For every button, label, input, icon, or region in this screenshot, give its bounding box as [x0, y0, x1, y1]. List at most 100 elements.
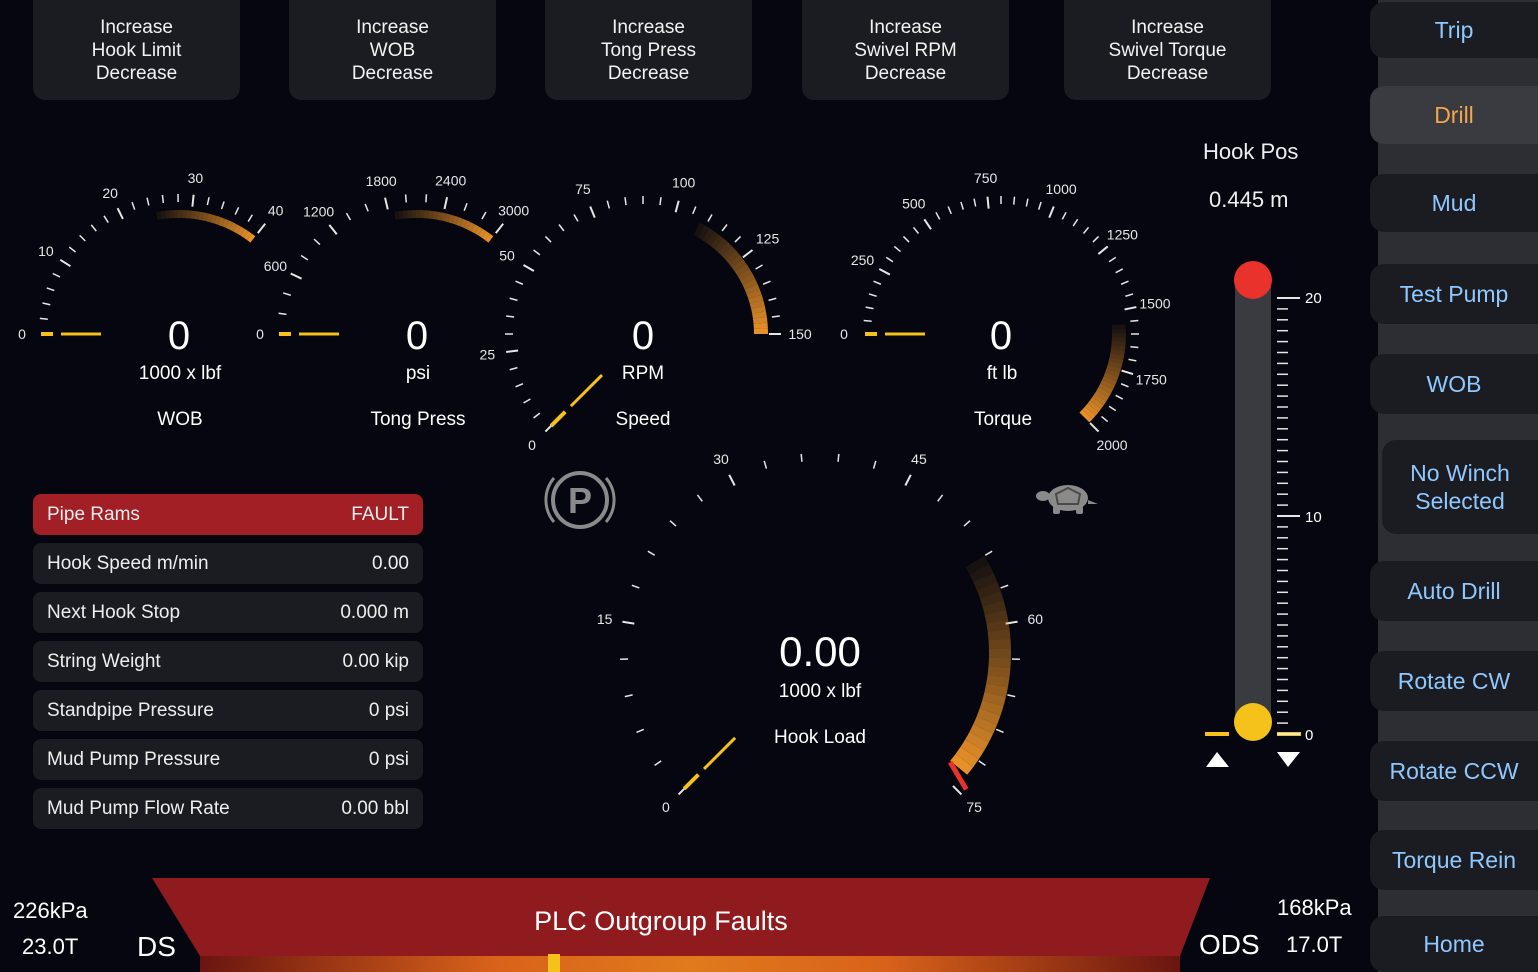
gauge-tick [42, 302, 51, 306]
gauge-limit-arc [737, 268, 753, 281]
gauge-tick [986, 196, 990, 209]
gauge-limit-arc [1087, 400, 1102, 413]
gauge-limit-arc [233, 224, 241, 234]
gauge-tick [131, 201, 136, 210]
gauge-tick [46, 287, 55, 292]
gauge-limit-arc [744, 283, 760, 295]
sidebar-item-no-winch-selected[interactable]: No Winch Selected [1382, 440, 1538, 534]
sidebar-item-label: Test Pump [1399, 281, 1509, 307]
gauge-zero-marker [549, 410, 567, 428]
bottom-alarm-bar: 226kPa 23.0T DS PLC Outgroup Faults 168k… [0, 878, 1370, 972]
gauge-tick [937, 494, 944, 502]
gauge-tick-label: 0 [840, 326, 848, 342]
gauge-limit-arc [1098, 383, 1113, 394]
gauge-tick-label: 0 [528, 437, 536, 453]
gauge-tick [1124, 306, 1137, 311]
gauge-tick [872, 460, 877, 469]
sidebar-item-mud[interactable]: Mud [1370, 174, 1538, 232]
gauge-tick [522, 264, 535, 272]
gauge-limit-arc [1109, 353, 1125, 360]
gauge-limit-arc [1094, 390, 1109, 402]
gauge-limit-arc [463, 220, 472, 230]
gauge-tick [1108, 405, 1117, 412]
gauge-limit-arc [198, 211, 205, 221]
hook-load-label: Hook Load [774, 727, 866, 748]
gauge-tick-label: 100 [672, 174, 696, 190]
gauge-limit-arc [751, 305, 766, 314]
gauge-tick [1120, 383, 1129, 388]
gauge-limit-arc [982, 691, 1006, 707]
status-row-standpipe-pressure: Standpipe Pressure 0 psi [33, 690, 423, 731]
ods-label: ODS [1199, 929, 1260, 960]
gauge-tick [300, 254, 309, 261]
gauge-tick [1120, 280, 1129, 285]
gauge-tick [558, 224, 565, 232]
gauge-tick-label: 10 [38, 243, 54, 259]
sidebar-item-label: Rotate CW [1397, 668, 1511, 694]
gauge-limit-arc [478, 228, 487, 238]
sidebar-item-rotate-cw[interactable]: Rotate CW [1370, 651, 1538, 711]
gauge-tick [659, 197, 662, 206]
sidebar-item-rotate-ccw[interactable]: Rotate CCW [1370, 741, 1538, 801]
hook-upper-limit-marker [1234, 261, 1272, 299]
gauge-tick [984, 550, 993, 556]
gauge-tick-label: 600 [264, 258, 288, 274]
gauge-tick [1101, 415, 1109, 423]
gauge-tick [1130, 345, 1139, 349]
sidebar-item-home[interactable]: Home [1370, 916, 1538, 972]
sidebar-item-label: Rotate CCW [1389, 758, 1519, 784]
gauge-tick [935, 211, 941, 220]
gauge-tick [674, 200, 680, 213]
gauge-tick [1115, 268, 1124, 274]
gauge-tick [533, 412, 541, 419]
gauge-tick-label: 20 [102, 185, 118, 201]
gauge-limit-arc [1084, 403, 1099, 416]
gauge-limit-arc [721, 246, 736, 260]
gauge-limit-arc [728, 254, 744, 268]
turtle-icon [1036, 485, 1098, 514]
gauge-tick [103, 215, 109, 223]
gauge-limit-arc [749, 300, 765, 309]
gauge-tick [515, 280, 524, 285]
gauge-limit-arc [1096, 386, 1111, 398]
gauge-tick-label: 40 [268, 202, 284, 218]
gauge-tick [636, 728, 645, 734]
sidebar-item-label: Mud [1431, 190, 1477, 216]
sidebar-item-label: Auto Drill [1407, 578, 1501, 604]
gauge-tick [68, 246, 77, 253]
hook-up-arrow-icon[interactable] [1206, 752, 1229, 767]
gauge-limit-arc [1103, 372, 1119, 382]
sidebar-item-auto-drill[interactable]: Auto Drill [1370, 561, 1538, 621]
gauge-tick [191, 194, 195, 207]
gauge-tick-label: 45 [911, 451, 927, 467]
sidebar-item-torque-rein[interactable]: Torque Rein [1370, 830, 1538, 890]
gauge-limit-arc [467, 222, 475, 232]
gauge-limit-arc [229, 222, 237, 232]
sidebar-item-wob[interactable]: WOB [1370, 354, 1538, 414]
torque-label: Torque [974, 409, 1032, 430]
gauge-limit-arc [1079, 409, 1093, 423]
gauge-tick-label: 2000 [1096, 437, 1127, 453]
tong-press-unit: psi [406, 363, 430, 384]
status-row-value: 0.00 [372, 552, 409, 574]
gauge-tick [257, 223, 266, 234]
gauge-tick [893, 245, 901, 253]
gauge-limit-arc [236, 226, 245, 236]
gauge-tick [762, 280, 771, 285]
gauge-limit-arc [979, 591, 1004, 607]
status-row-mud-pump-pressure: Mud Pump Pressure 0 psi [33, 739, 423, 780]
gauge-tick [1007, 694, 1016, 698]
ods-weight: 17.0T [1286, 932, 1342, 957]
gauge-tick-label: 75 [575, 181, 591, 197]
gauge-limit-arc [960, 739, 985, 760]
gauge-tick [742, 249, 754, 259]
sidebar-item-trip[interactable]: Trip [1370, 2, 1538, 58]
sidebar-item-drill[interactable]: Drill [1370, 86, 1538, 144]
hook-down-arrow-icon[interactable] [1277, 752, 1300, 767]
gauge-tick [544, 235, 552, 243]
gauge-tick [328, 224, 338, 235]
status-row-value: 0.00 bbl [341, 797, 409, 819]
gauge-tick [923, 218, 932, 230]
gauge-tick [59, 258, 71, 268]
sidebar-item-test-pump[interactable]: Test Pump [1370, 264, 1538, 324]
